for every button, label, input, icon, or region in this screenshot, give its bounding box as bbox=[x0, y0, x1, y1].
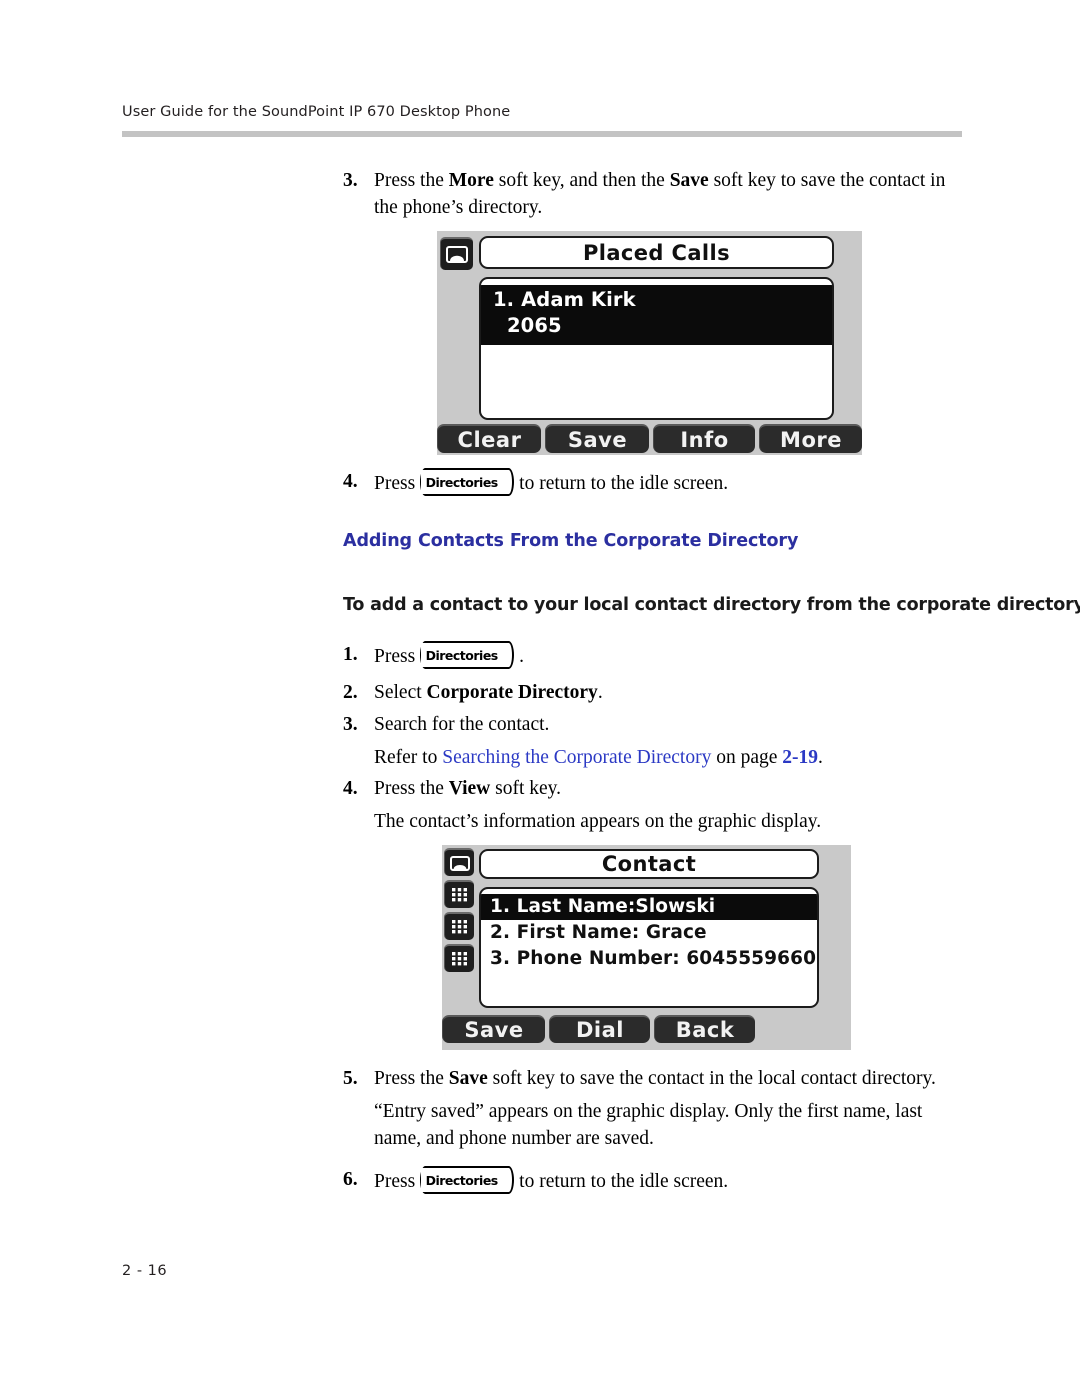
list-item: 2065 bbox=[507, 314, 562, 337]
keypad-icon-glyph bbox=[452, 951, 467, 965]
step-4-bold-view: View bbox=[448, 778, 491, 799]
keypad-icon-glyph bbox=[452, 919, 467, 933]
screen-title-placed-calls: Placed Calls bbox=[479, 236, 834, 269]
directories-key-label: Directories bbox=[421, 470, 503, 494]
step-4-text-part1: Press the bbox=[374, 778, 449, 799]
task-heading: To add a contact to your local contact d… bbox=[343, 595, 1080, 615]
list-item[interactable]: 1. Last Name:Slowski bbox=[481, 894, 817, 920]
step-5-number: 5. bbox=[343, 1068, 358, 1089]
softkey-row-placed-calls: Clear Save Info More bbox=[437, 424, 863, 453]
step-3b-number: 3. bbox=[343, 714, 358, 735]
keypad-icon-glyph bbox=[452, 887, 467, 901]
softkey-save[interactable]: Save bbox=[442, 1015, 545, 1043]
step-1: 1. Press Directories. bbox=[343, 641, 963, 670]
contact-field-list: 1. Last Name:Slowski 2. First Name: Grac… bbox=[479, 887, 819, 1008]
contact-screenshot: Contact 1. Last Name:Slowski 2. First Na… bbox=[442, 845, 851, 1050]
step-4-top-number: 4. bbox=[343, 471, 358, 492]
step-2-text-part1: Select bbox=[374, 682, 427, 703]
step-5-result: “Entry saved” appears on the graphic dis… bbox=[374, 1101, 923, 1149]
screen-title-contact: Contact bbox=[479, 849, 819, 879]
refer-text-part3: . bbox=[818, 747, 823, 768]
step-5-text-part2: soft key to save the contact in the loca… bbox=[487, 1068, 936, 1089]
step-3-text: Press the More soft key, and then the Sa… bbox=[374, 167, 963, 221]
handset-icon bbox=[440, 237, 473, 270]
cross-reference-link[interactable]: Searching the Corporate Directory bbox=[442, 747, 711, 768]
step-4-top: 4. Press Directories to return to the idle… bbox=[343, 468, 963, 497]
softkey-clear[interactable]: Clear bbox=[437, 424, 541, 453]
step-2: 2. Select Corporate Directory. bbox=[343, 679, 963, 706]
step-3-number: 3. bbox=[343, 170, 358, 191]
step-3: 3. Press the More soft key, and then the… bbox=[343, 167, 963, 221]
step-2-text-part2: . bbox=[597, 682, 603, 703]
step-4-top-text: Press Directories to return to the idle sc… bbox=[374, 468, 963, 497]
cross-reference-line: Refer to Searching the Corporate Directo… bbox=[374, 744, 964, 771]
step-2-bold-corporate-directory: Corporate Directory bbox=[426, 682, 598, 703]
directories-hard-key[interactable]: Directories bbox=[420, 1166, 515, 1194]
placed-calls-list: 1. Adam Kirk 2065 bbox=[479, 277, 834, 420]
keypad-icon bbox=[444, 912, 474, 940]
step-3-text-part1: Press the bbox=[374, 170, 449, 191]
list-item: 1. Adam Kirk bbox=[493, 288, 636, 311]
step-6-text: Press Directories to return to the idle sc… bbox=[374, 1166, 963, 1195]
softkey-info[interactable]: Info bbox=[653, 424, 756, 453]
step-2-text: Select Corporate Directory. bbox=[374, 679, 963, 706]
softkey-more[interactable]: More bbox=[759, 424, 863, 453]
step-1-text-part2: . bbox=[519, 646, 525, 667]
step-3b-text: Search for the contact. bbox=[374, 714, 550, 735]
list-item[interactable]: 3. Phone Number: 6045559660 bbox=[481, 946, 817, 972]
step-3-text-part2: soft key, and then the bbox=[493, 170, 670, 191]
refer-text-part2: on page bbox=[711, 747, 783, 768]
directories-hard-key[interactable]: Directories bbox=[420, 641, 515, 669]
step-6-text-part1: Press bbox=[374, 1171, 416, 1192]
handset-icon bbox=[444, 848, 474, 876]
step-4-result: The contact’s information appears on the… bbox=[374, 811, 822, 832]
placed-calls-screenshot: Placed Calls 1. Adam Kirk 2065 Clear Sav… bbox=[437, 231, 863, 455]
softkey-back[interactable]: Back bbox=[654, 1015, 755, 1043]
softkey-dial[interactable]: Dial bbox=[549, 1015, 650, 1043]
step-6-number: 6. bbox=[343, 1169, 358, 1190]
softkey-row-contact: Save Dial Back bbox=[442, 1015, 851, 1043]
step-5: 5. Press the Save soft key to save the c… bbox=[343, 1065, 963, 1092]
refer-text-part1: Refer to bbox=[374, 747, 443, 768]
directories-key-label: Directories bbox=[421, 643, 503, 667]
step-3-bold-save: Save bbox=[669, 170, 709, 191]
section-heading: Adding Contacts From the Corporate Direc… bbox=[343, 531, 799, 551]
list-item[interactable]: 2. First Name: Grace bbox=[481, 920, 817, 946]
step-1-text: Press Directories. bbox=[374, 641, 963, 670]
header-divider bbox=[122, 131, 962, 137]
directories-key-label: Directories bbox=[421, 1168, 503, 1192]
keypad-icon bbox=[444, 944, 474, 972]
step-6-text-part2: to return to the idle screen. bbox=[519, 1171, 729, 1192]
step-3-bold-more: More bbox=[448, 170, 494, 191]
directories-hard-key[interactable]: Directories bbox=[420, 468, 515, 496]
step-5-text: Press the Save soft key to save the cont… bbox=[374, 1065, 963, 1092]
step-4-text-part2: soft key. bbox=[490, 778, 562, 799]
handset-icon-glyph bbox=[449, 855, 470, 871]
step-5-bold-save: Save bbox=[448, 1068, 488, 1089]
step-1-text-part1: Press bbox=[374, 646, 416, 667]
step-4: 4. Press the View soft key. bbox=[343, 775, 963, 802]
step-4-top-text-part2: to return to the idle screen. bbox=[519, 473, 729, 494]
step-4-top-text-part1: Press bbox=[374, 473, 416, 494]
placed-calls-selected-entry[interactable]: 1. Adam Kirk 2065 bbox=[481, 285, 832, 345]
step-5-text-part1: Press the bbox=[374, 1068, 449, 1089]
page-number: 2 - 16 bbox=[122, 1263, 168, 1279]
step-6: 6. Press Directories to return to the idle… bbox=[343, 1166, 963, 1195]
running-header-text: User Guide for the SoundPoint IP 670 Des… bbox=[122, 104, 511, 120]
step-3b: 3. Search for the contact. bbox=[343, 711, 963, 738]
step-2-number: 2. bbox=[343, 682, 358, 703]
running-header: User Guide for the SoundPoint IP 670 Des… bbox=[122, 104, 962, 120]
cross-reference-page[interactable]: 2-19 bbox=[782, 747, 818, 768]
step-1-number: 1. bbox=[343, 644, 358, 665]
handset-icon-glyph bbox=[446, 246, 468, 263]
softkey-save[interactable]: Save bbox=[545, 424, 649, 453]
step-4-number: 4. bbox=[343, 778, 358, 799]
keypad-icon bbox=[444, 880, 474, 908]
step-4-text: Press the View soft key. bbox=[374, 775, 963, 802]
